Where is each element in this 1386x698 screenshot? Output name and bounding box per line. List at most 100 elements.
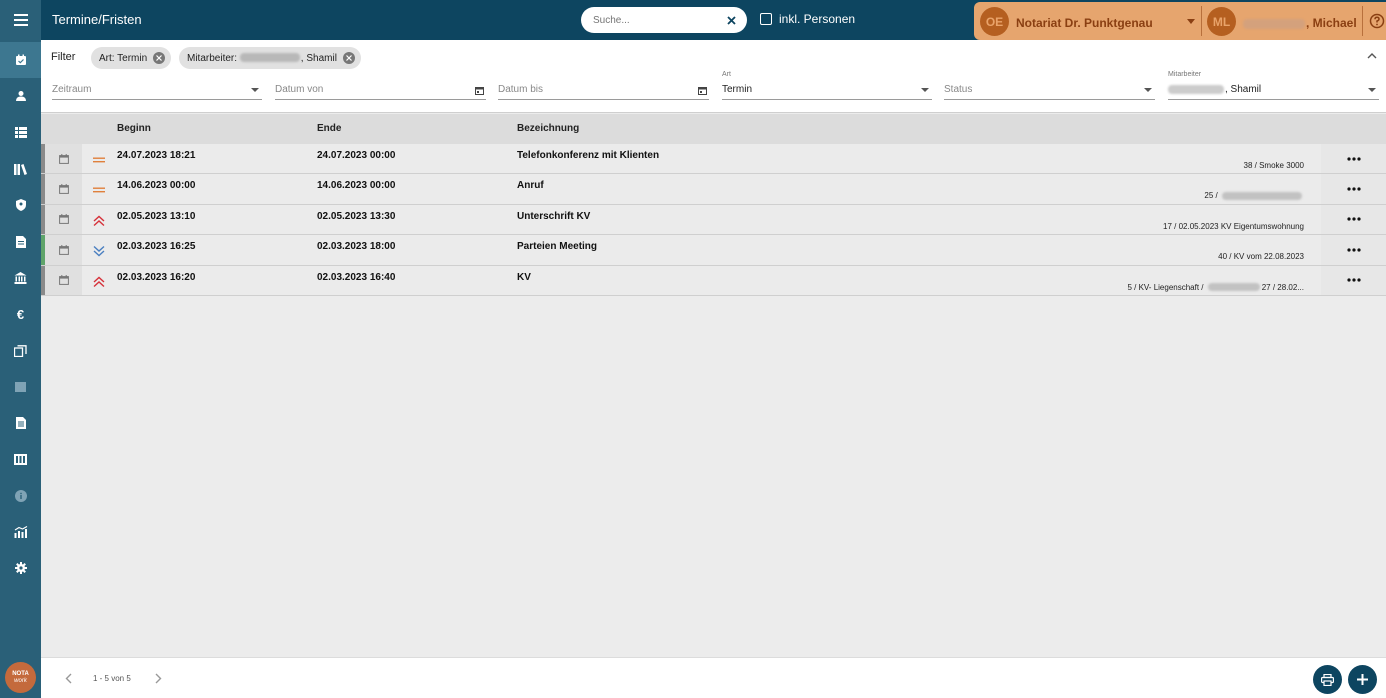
calendar-icon[interactable] (697, 85, 707, 95)
list-icon (14, 127, 27, 139)
collapse-filter-icon[interactable] (1366, 50, 1378, 62)
sidebar-item-register[interactable] (0, 441, 41, 477)
redacted-text (1222, 192, 1302, 201)
sidebar-item-sicherheit[interactable] (0, 187, 41, 223)
dropdown-arrow-icon (1367, 85, 1377, 95)
include-persons-toggle[interactable]: inkl. Personen (760, 12, 855, 26)
more-actions-icon[interactable] (1321, 144, 1386, 174)
lock-person-icon (15, 199, 26, 212)
account-panel: OE Notariat Dr. Punktgenau ML , Michael (974, 2, 1386, 40)
dropdown-arrow-icon (920, 85, 930, 95)
more-actions-icon[interactable] (1321, 204, 1386, 235)
table-row[interactable]: 02.05.2023 13:10 02.05.2023 13:30 Unters… (41, 204, 1386, 236)
column-header-name[interactable]: Bezeichnung (517, 123, 579, 134)
remove-chip-icon[interactable] (153, 52, 166, 64)
office-avatar[interactable]: OE (980, 7, 1009, 36)
clear-search-icon[interactable] (724, 13, 738, 27)
sidebar-item-buecher[interactable] (0, 151, 41, 187)
include-persons-label: inkl. Personen (779, 12, 856, 26)
sidebar-item-personen[interactable] (0, 78, 41, 114)
include-persons-checkbox[interactable] (760, 13, 772, 25)
calendar-icon[interactable] (474, 85, 484, 95)
calendar-icon (45, 204, 82, 235)
filter-chip-art[interactable]: Art: Termin (91, 47, 172, 69)
calendar-icon (45, 265, 82, 295)
zeitraum-select[interactable]: Zeitraum (52, 78, 262, 100)
datum-bis-field[interactable]: Datum bis (498, 78, 709, 100)
sidebar-item-dateien[interactable] (0, 405, 41, 441)
calendar-icon (45, 174, 82, 204)
divider (1201, 6, 1202, 36)
search-input[interactable] (593, 12, 723, 28)
table-row[interactable]: 02.03.2023 16:20 02.03.2023 16:40 KV 5 /… (41, 265, 1386, 296)
sidebar-item-vorlagen[interactable] (0, 369, 41, 405)
print-button[interactable] (1313, 665, 1342, 694)
priority-high-icon (92, 275, 106, 289)
sidebar-item-dokumente[interactable] (0, 223, 41, 259)
next-page-icon[interactable] (152, 672, 164, 684)
column-header-end[interactable]: Ende (317, 123, 341, 134)
sidebar-item-finanzen[interactable]: € (0, 296, 41, 332)
redacted-text (1207, 283, 1260, 292)
calendar-icon (45, 235, 82, 265)
chevron-down-icon[interactable] (1187, 19, 1195, 24)
sidebar-item-bank[interactable] (0, 260, 41, 296)
redacted-name (1168, 84, 1224, 94)
appointments-table: Beginn Ende Bezeichnung 24.07.2023 18:21… (41, 114, 1386, 296)
redacted-name (239, 53, 300, 63)
priority-normal-icon (92, 183, 106, 197)
menu-icon[interactable] (0, 0, 41, 40)
sidebar: € NOTA work (0, 0, 41, 698)
books-icon (14, 164, 27, 176)
filter-chip-mitarbeiter[interactable]: Mitarbeiter: , Shamil (179, 47, 361, 69)
pagination-text: 1 - 5 von 5 (93, 674, 131, 683)
priority-normal-icon (92, 153, 106, 167)
sidebar-item-info[interactable] (0, 478, 41, 514)
redacted-name (1243, 18, 1305, 29)
user-avatar[interactable]: ML (1207, 7, 1236, 36)
printer-icon (1321, 673, 1334, 686)
priority-low-icon (92, 244, 106, 258)
file-text-icon (15, 417, 26, 430)
person-icon (15, 91, 26, 102)
dropdown-arrow-icon (1143, 85, 1153, 95)
column-header-begin[interactable]: Beginn (117, 123, 151, 134)
more-actions-icon[interactable] (1321, 174, 1386, 204)
sidebar-item-liste[interactable] (0, 115, 41, 151)
sidebar-item-einstellungen[interactable] (0, 550, 41, 586)
filter-label: Filter (51, 51, 76, 63)
add-button[interactable] (1348, 665, 1377, 694)
mitarbeiter-select[interactable]: Mitarbeiter , Shamil (1168, 71, 1379, 100)
plus-icon (1357, 674, 1368, 685)
priority-high-icon (92, 214, 106, 228)
previous-page-icon[interactable] (62, 672, 74, 684)
table-row[interactable]: 24.07.2023 18:21 24.07.2023 00:00 Telefo… (41, 144, 1386, 175)
calendar-check-icon (15, 54, 26, 66)
square-icon (15, 381, 26, 392)
remove-chip-icon[interactable] (342, 52, 355, 64)
art-select[interactable]: Art Termin (722, 71, 932, 100)
more-actions-icon[interactable] (1321, 265, 1386, 295)
sidebar-nav: € (0, 42, 41, 586)
sidebar-item-kopien[interactable] (0, 332, 41, 368)
page-title: Termine/Fristen (52, 12, 142, 27)
user-name[interactable]: , Michael (1243, 16, 1357, 30)
sidebar-item-termine[interactable] (0, 42, 41, 79)
table-row[interactable]: 14.06.2023 00:00 14.06.2023 00:00 Anruf … (41, 174, 1386, 205)
euro-icon: € (16, 306, 25, 322)
top-bar: Termine/Fristen inkl. Personen OE Notari… (41, 0, 1386, 40)
table-row[interactable]: 02.03.2023 16:25 02.03.2023 18:00 Partei… (41, 235, 1386, 266)
chart-icon (14, 526, 27, 538)
datum-von-field[interactable]: Datum von (275, 78, 486, 100)
status-select[interactable]: Status (944, 78, 1155, 100)
info-icon (14, 489, 27, 502)
notawork-logo: NOTA work (5, 662, 36, 693)
search-box (581, 7, 747, 33)
office-name[interactable]: Notariat Dr. Punktgenau (1016, 16, 1153, 30)
filter-bar: Filter Art: Termin Mitarbeiter: , Shamil… (41, 40, 1386, 113)
bank-icon (14, 271, 27, 284)
sidebar-item-statistik[interactable] (0, 514, 41, 550)
more-actions-icon[interactable] (1321, 235, 1386, 265)
register-icon (14, 453, 27, 465)
help-icon[interactable] (1367, 11, 1386, 31)
